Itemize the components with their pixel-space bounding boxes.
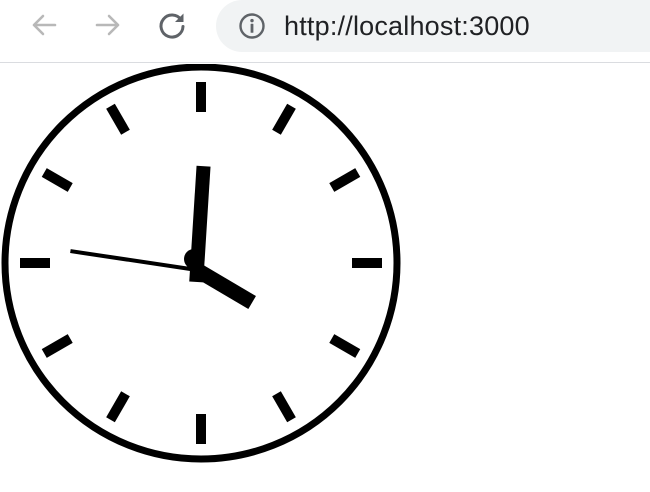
back-button[interactable] — [27, 8, 61, 42]
center-pin — [184, 249, 204, 269]
clock — [0, 63, 402, 466]
address-bar[interactable]: http://localhost:3000 — [216, 0, 650, 52]
reload-icon — [159, 13, 185, 39]
arrow-left-icon — [32, 14, 57, 36]
url-text: http://localhost:3000 — [284, 10, 530, 41]
info-icon[interactable] — [238, 12, 266, 40]
clock-face — [1, 63, 401, 463]
forward-button[interactable] — [91, 8, 125, 42]
browser-toolbar: http://localhost:3000 — [0, 0, 650, 63]
reload-button[interactable] — [155, 8, 189, 42]
arrow-right-icon — [95, 14, 120, 36]
